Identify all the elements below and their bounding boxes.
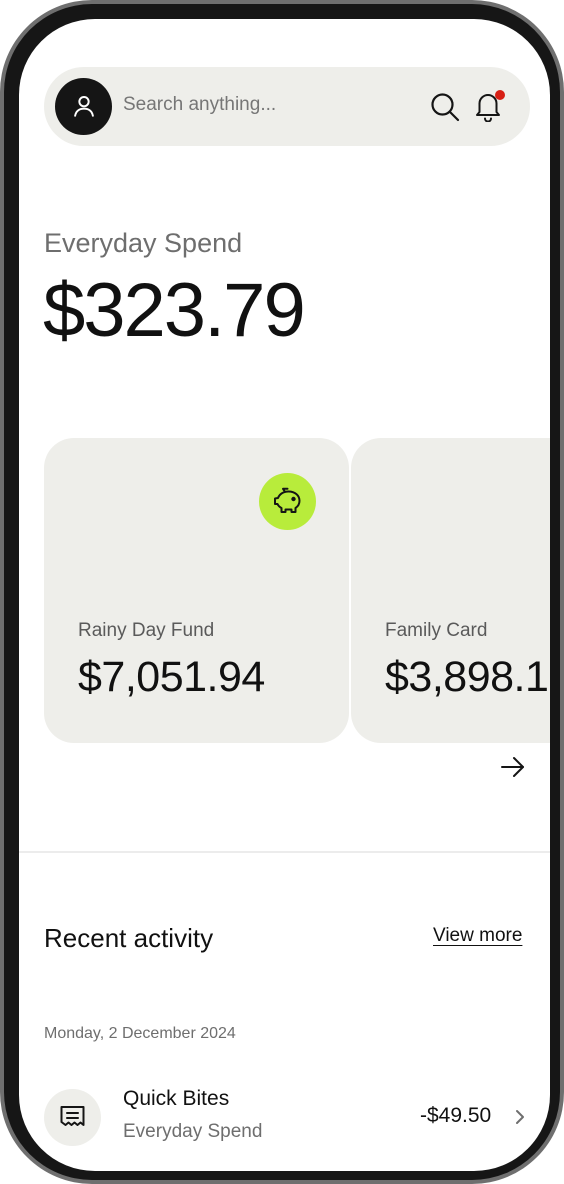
card-amount: $3,898.1 bbox=[385, 653, 549, 701]
transaction-name: Quick Bites bbox=[123, 1087, 230, 1110]
view-more-link[interactable]: View more bbox=[433, 925, 522, 947]
account-card-rainy-day-fund[interactable]: Rainy Day Fund $7,051.94 bbox=[44, 438, 349, 743]
card-amount: $7,051.94 bbox=[78, 653, 265, 701]
section-divider bbox=[19, 851, 550, 853]
card-label: Rainy Day Fund bbox=[78, 620, 215, 641]
transaction-account: Everyday Spend bbox=[123, 1121, 263, 1142]
app-screen: Everyday Spend $323.79 Rainy Day Fund $7… bbox=[19, 19, 550, 1171]
date-heading: Monday, 2 December 2024 bbox=[44, 1025, 236, 1042]
transaction-icon-badge bbox=[44, 1089, 101, 1146]
transaction-row[interactable]: Quick Bites Everyday Spend -$49.50 bbox=[19, 1079, 550, 1159]
user-icon bbox=[74, 96, 94, 117]
device-bezel: Everyday Spend $323.79 Rainy Day Fund $7… bbox=[4, 4, 560, 1180]
search-bar bbox=[44, 67, 530, 146]
savings-badge bbox=[259, 473, 316, 530]
search-icon[interactable] bbox=[429, 91, 461, 123]
notification-badge bbox=[495, 90, 505, 100]
account-card-family-card[interactable]: Family Card $3,898.1 bbox=[351, 438, 550, 743]
device-frame: Everyday Spend $323.79 Rainy Day Fund $7… bbox=[0, 0, 564, 1184]
card-label: Family Card bbox=[385, 620, 488, 641]
receipt-icon bbox=[60, 1106, 85, 1126]
transaction-amount: -$49.50 bbox=[420, 1104, 492, 1127]
avatar[interactable] bbox=[55, 78, 112, 135]
arrow-right-icon[interactable] bbox=[499, 755, 527, 779]
section-title: Recent activity bbox=[44, 923, 214, 953]
search-input[interactable] bbox=[123, 94, 403, 116]
piggy-bank-icon bbox=[274, 487, 301, 513]
balance-amount: $323.79 bbox=[43, 268, 306, 353]
chevron-right-icon bbox=[516, 1110, 524, 1124]
balance-label: Everyday Spend bbox=[44, 228, 243, 258]
